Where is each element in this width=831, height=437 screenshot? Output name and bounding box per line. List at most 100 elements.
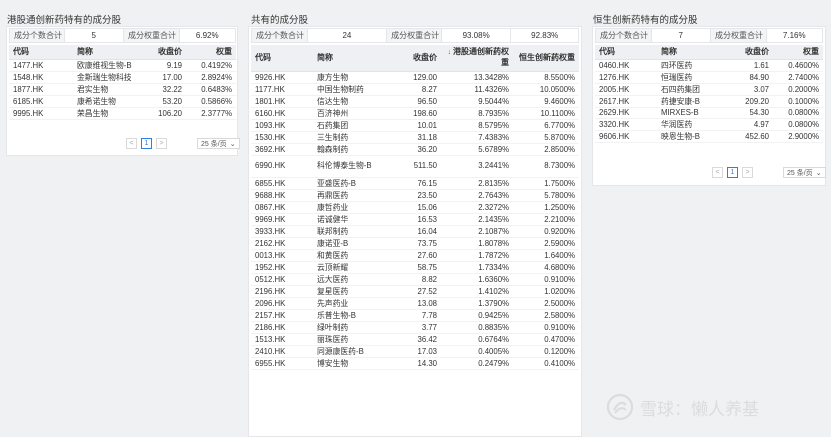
table-row[interactable]: 6160.HK 百济神州 198.60 8.7935% 10.1100% [251,107,579,120]
cell-hkconnect-weight: 1.7872% [441,249,513,262]
table-row[interactable]: 1877.HK 君实生物 32.22 0.6483% [9,83,236,96]
prev-page-button[interactable]: < [712,167,723,178]
table-row[interactable]: 6855.HK 亚盛医药-B 76.15 2.8135% 1.7500% [251,177,579,190]
table-row[interactable]: 0460.HK 四环医药 1.61 0.4600% [595,59,823,72]
cell-name: 复星医药 [313,285,391,298]
cell-price: 17.00 [141,71,186,84]
cell-code: 9995.HK [9,107,73,120]
cell-hkconnect-weight: 8.5795% [441,119,513,132]
cell-code: 9926.HK [251,71,313,84]
table-row[interactable]: 1477.HK 欧康维视生物-B 9.19 0.4192% [9,59,236,72]
prev-page-button[interactable]: < [126,138,137,149]
col-header-hangseng-weight[interactable]: 恒生创新药权重 [513,45,579,72]
cell-hangseng-weight: 6.7700% [513,119,579,132]
cell-code: 6160.HK [251,107,313,120]
col-header-price[interactable]: 收盘价 [141,45,186,60]
table-row[interactable]: 2617.HK 药捷安康-B 209.20 0.1000% [595,95,823,108]
cell-code: 2186.HK [251,321,313,334]
cell-name: 华润医药 [657,118,727,131]
cell-hangseng-weight: 1.2500% [513,201,579,214]
cell-price: 96.50 [391,95,441,108]
col-header-weight[interactable]: 权重 [186,45,236,60]
table-row[interactable]: 3320.HK 华润医药 4.97 0.0800% [595,118,823,131]
col-header-code[interactable]: 代码 [251,45,313,72]
table-row[interactable]: 2096.HK 先声药业 13.08 1.3790% 2.5000% [251,297,579,310]
table-row[interactable]: 2629.HK MIRXES-B 54.30 0.0800% [595,107,823,119]
table-row[interactable]: 9606.HK 映恩生物-B 452.60 2.9000% [595,130,823,143]
col-header-weight[interactable]: 权重 [773,45,823,60]
middle-count-value: 24 [308,29,388,42]
table-row[interactable]: 1801.HK 信达生物 96.50 9.5044% 9.4600% [251,95,579,108]
table-row[interactable]: 0013.HK 和黄医药 27.60 1.7872% 1.6400% [251,249,579,262]
table-row[interactable]: 6955.HK 博安生物 14.30 0.2479% 0.4100% [251,357,579,370]
middle-weight-value-a: 93.08% [442,29,512,42]
page-size-select[interactable]: 25 条/页 ⌄ [783,167,826,178]
current-page-button[interactable]: 1 [727,167,738,178]
table-row[interactable]: 0512.HK 远大医药 8.82 1.6360% 0.9100% [251,273,579,286]
middle-panel-title: 共有的成分股 [251,15,309,26]
cell-hangseng-weight: 1.0200% [513,285,579,298]
table-row[interactable]: 1530.HK 三生制药 31.18 7.4383% 5.8700% [251,131,579,144]
cell-price: 17.03 [391,345,441,358]
cell-code: 6185.HK [9,95,73,108]
cell-weight: 2.3777% [186,107,236,120]
table-row[interactable]: 1177.HK 中国生物制药 8.27 11.4326% 10.0500% [251,83,579,96]
col-header-name[interactable]: 简称 [657,45,727,60]
next-page-button[interactable]: > [156,138,167,149]
table-row[interactable]: 9995.HK 荣昌生物 106.20 2.3777% [9,107,236,120]
right-summary-row: 成分个数合计 7 成分权重合计 7.16% [595,28,823,43]
cell-price: 36.20 [391,143,441,156]
col-header-price[interactable]: 收盘价 [391,45,441,72]
col-header-code[interactable]: 代码 [595,45,657,60]
table-row[interactable]: 2410.HK 同源康医药-B 17.03 0.4005% 0.1200% [251,345,579,358]
cell-hangseng-weight: 8.7300% [513,155,579,178]
col-header-name[interactable]: 简称 [313,45,391,72]
current-page-button[interactable]: 1 [141,138,152,149]
table-row[interactable]: 9688.HK 再鼎医药 23.50 2.7643% 5.7800% [251,189,579,202]
cell-name: 百济神州 [313,107,391,120]
col-header-code[interactable]: 代码 [9,45,73,60]
cell-name: 石四药集团 [657,83,727,96]
table-row[interactable]: 2186.HK 绿叶制药 3.77 0.8835% 0.9100% [251,321,579,334]
table-row[interactable]: 1952.HK 云顶新耀 58.75 1.7334% 4.6800% [251,261,579,274]
table-row[interactable]: 1093.HK 石药集团 10.01 8.5795% 6.7700% [251,119,579,132]
col-header-name[interactable]: 简称 [73,45,141,60]
col-header-price[interactable]: 收盘价 [727,45,773,60]
cell-code: 9969.HK [251,213,313,226]
table-row[interactable]: 1513.HK 丽珠医药 36.42 0.6764% 0.4700% [251,333,579,346]
cell-hkconnect-weight: 1.7334% [441,261,513,274]
table-row[interactable]: 2005.HK 石四药集团 3.07 0.2000% [595,83,823,96]
table-row[interactable]: 9969.HK 诺诚健华 16.53 2.1435% 2.2100% [251,213,579,226]
cell-hkconnect-weight: 2.3272% [441,201,513,214]
table-row[interactable]: 3933.HK 联邦制药 16.04 2.1087% 0.9200% [251,225,579,238]
table-row[interactable]: 9926.HK 康方生物 129.00 13.3428% 8.5500% [251,71,579,84]
table-row[interactable]: 3692.HK 翰森制药 36.20 5.6789% 2.8500% [251,143,579,156]
cell-code: 0867.HK [251,201,313,214]
col-header-hkconnect-weight[interactable]: ↓ 港股通创新药权重 [441,45,513,72]
cell-price: 27.60 [391,249,441,262]
cell-price: 511.50 [391,155,441,178]
cell-price: 73.75 [391,237,441,250]
cell-price: 54.30 [727,107,773,119]
cell-hangseng-weight: 0.9200% [513,225,579,238]
cell-name: 金斯瑞生物科技 [73,71,141,84]
table-row[interactable]: 1276.HK 恒瑞医药 84.90 2.7400% [595,71,823,84]
table-row[interactable]: 6990.HK 科伦博泰生物-B 511.50 3.2441% 8.7300% [251,155,579,178]
left-table-header: 代码 简称 收盘价 权重 [9,45,236,60]
page-size-label: 25 条/页 [787,169,813,177]
table-row[interactable]: 1548.HK 金斯瑞生物科技 17.00 2.8924% [9,71,236,84]
cell-name: 石药集团 [313,119,391,132]
next-page-button[interactable]: > [742,167,753,178]
cell-weight: 0.6483% [186,83,236,96]
cell-price: 23.50 [391,189,441,202]
table-row[interactable]: 0867.HK 康哲药业 15.06 2.3272% 1.2500% [251,201,579,214]
page-size-select[interactable]: 25 条/页 ⌄ [197,138,240,149]
table-row[interactable]: 2157.HK 乐普生物-B 7.78 0.9425% 2.5800% [251,309,579,322]
cell-hkconnect-weight: 5.6789% [441,143,513,156]
cell-code: 2157.HK [251,309,313,322]
table-row[interactable]: 2162.HK 康诺亚-B 73.75 1.8078% 2.5900% [251,237,579,250]
table-row[interactable]: 6185.HK 康希诺生物 53.20 0.5866% [9,95,236,108]
sort-desc-icon: ↓ [447,49,452,57]
table-row[interactable]: 2196.HK 复星医药 27.52 1.4102% 1.0200% [251,285,579,298]
right-count-value: 7 [652,29,711,42]
